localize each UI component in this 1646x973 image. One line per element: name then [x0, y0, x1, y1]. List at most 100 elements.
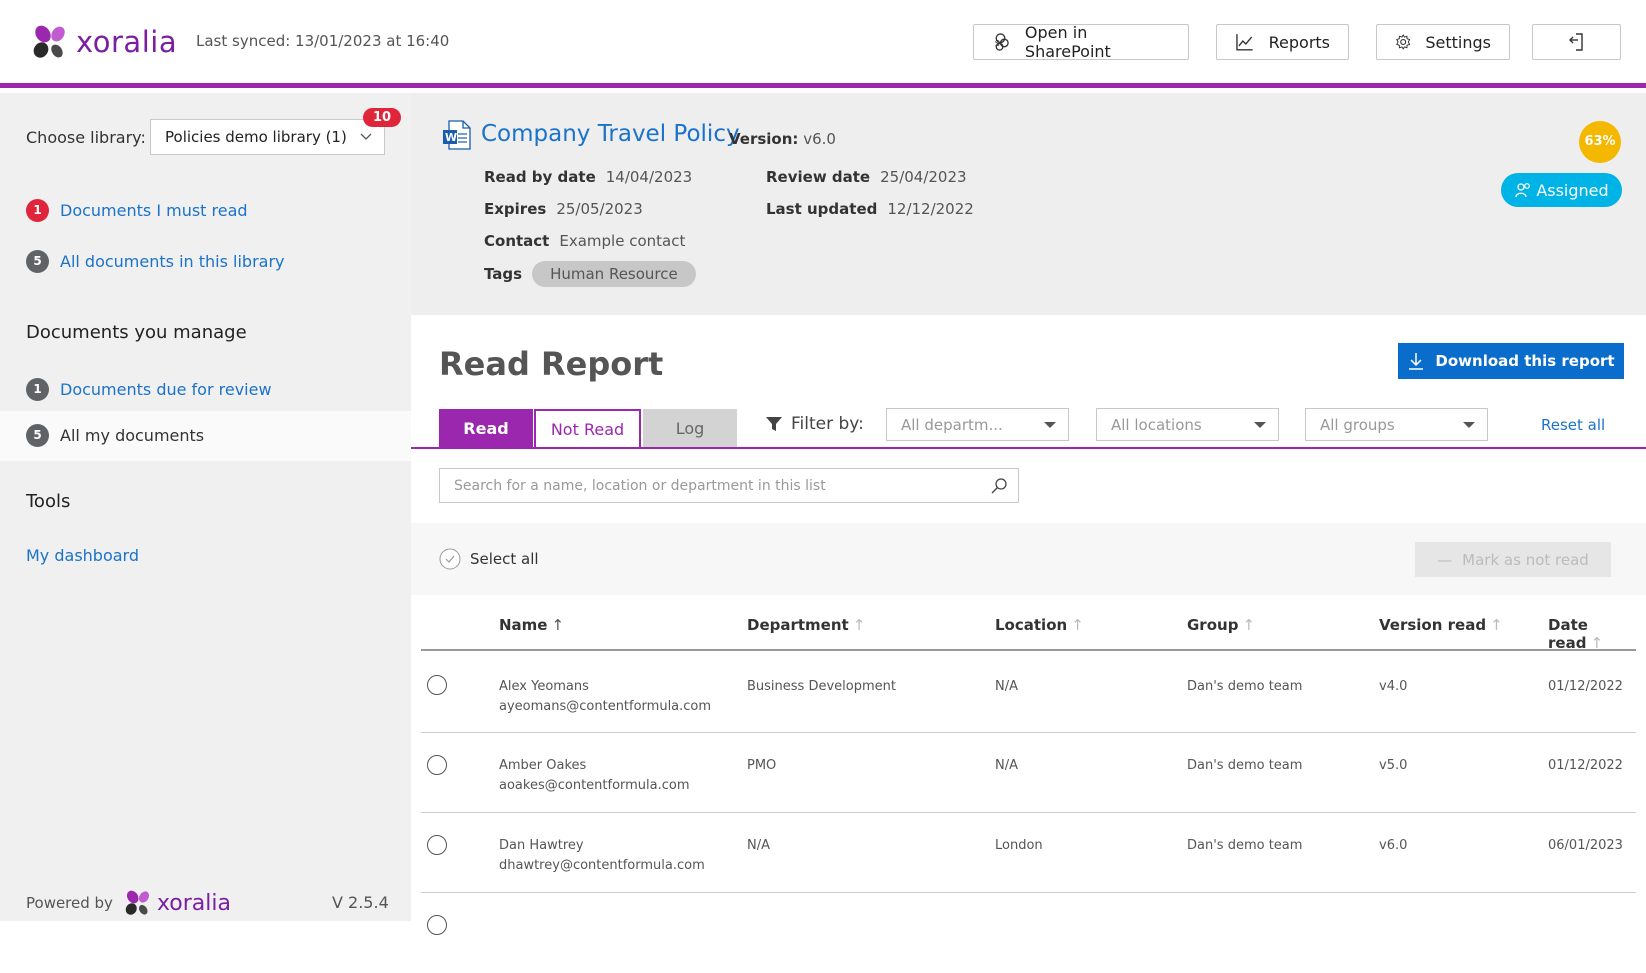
download-report-button[interactable]: Download this report — [1398, 343, 1624, 379]
library-select[interactable]: Policies demo library (1) — [150, 119, 385, 155]
row-name-cell: Dan Hawtrey dhawtrey@contentformula.com — [499, 838, 705, 873]
row-select-radio[interactable] — [427, 755, 447, 775]
count-badge: 1 — [26, 378, 49, 401]
sidebar-item-label: All documents in this library — [60, 252, 285, 271]
table-row[interactable]: Alex Yeomans ayeomans@contentformula.com… — [421, 653, 1636, 733]
sort-up-arrow-icon: ↑ — [852, 616, 866, 634]
tab-divider — [411, 447, 1646, 449]
sidebar-item-due-for-review[interactable]: 1 Documents due for review — [26, 378, 272, 401]
review-value: 25/04/2023 — [880, 168, 967, 186]
search-placeholder: Search for a name, location or departmen… — [454, 478, 826, 494]
read-by-value: 14/04/2023 — [605, 168, 693, 186]
search-icon — [991, 478, 1007, 494]
report-title: Read Report — [439, 345, 664, 383]
table-row[interactable] — [421, 893, 1636, 973]
updated-value: 12/12/2022 — [887, 200, 974, 218]
xoralia-logo[interactable]: xoralia — [30, 22, 177, 62]
row-name: Dan Hawtrey — [499, 838, 584, 853]
tag-chip[interactable]: Human Resource — [532, 261, 696, 287]
sidebar-item-all-my-documents[interactable]: 5 All my documents — [26, 424, 204, 447]
sidebar-item-my-dashboard[interactable]: My dashboard — [26, 546, 139, 565]
check-circle-icon — [439, 548, 461, 570]
download-icon — [1409, 353, 1424, 370]
sidebar-item-label: All my documents — [60, 426, 205, 445]
sidebar: Choose library: Policies demo library (1… — [0, 93, 411, 921]
column-label: Location — [995, 616, 1068, 634]
open-in-sharepoint-button[interactable]: S Open in SharePoint — [973, 23, 1189, 61]
sidebar-item-label: My dashboard — [26, 546, 139, 565]
expires-value: 25/05/2023 — [556, 200, 643, 218]
row-group: Dan's demo team — [1187, 838, 1303, 853]
sort-up-arrow-icon: ↑ — [551, 616, 565, 634]
chevron-down-icon — [360, 133, 372, 140]
table-row[interactable]: Amber Oakes aoakes@contentformula.com PM… — [421, 733, 1636, 813]
count-badge: 1 — [26, 199, 49, 222]
row-select-radio[interactable] — [427, 915, 447, 935]
reports-button[interactable]: Reports — [1216, 24, 1349, 60]
sidebar-item-all-documents[interactable]: 5 All documents in this library — [26, 250, 285, 273]
row-select-radio[interactable] — [427, 675, 447, 695]
reset-all-link[interactable]: Reset all — [1541, 416, 1605, 434]
row-name: Amber Oakes — [499, 758, 587, 773]
column-header-name[interactable]: Name ↑ — [499, 616, 564, 634]
powered-by-label: Powered by — [26, 894, 113, 912]
document-title-link[interactable]: Company Travel Policy — [481, 121, 740, 147]
mark-as-not-read-button[interactable]: — Mark as not read — [1415, 542, 1611, 577]
count-badge: 5 — [26, 424, 49, 447]
tab-read[interactable]: Read — [439, 409, 533, 447]
table-row[interactable]: Dan Hawtrey dhawtrey@contentformula.com … — [421, 813, 1636, 893]
version-label: Version: — [729, 130, 799, 148]
column-label: Version read — [1379, 616, 1487, 634]
select-all-checkbox[interactable]: Select all — [439, 548, 539, 570]
reports-button-label: Reports — [1268, 32, 1330, 52]
contact: Contact Example contact — [484, 232, 685, 250]
last-updated: Last updated 12/12/2022 — [766, 200, 974, 218]
updated-label: Last updated — [766, 200, 878, 218]
column-header-department[interactable]: Department ↑ — [747, 616, 865, 634]
location-filter-value: All locations — [1111, 416, 1202, 434]
top-bar: xoralia Last synced: 13/01/2023 at 16:40… — [0, 0, 1646, 88]
select-all-label: Select all — [470, 550, 539, 568]
tab-not-read[interactable]: Not Read — [534, 409, 641, 447]
row-location: N/A — [995, 758, 1018, 773]
column-label: Date read — [1548, 616, 1588, 652]
assigned-status-button[interactable]: Assigned — [1501, 173, 1622, 207]
powered-brand: xoralia — [156, 890, 231, 916]
settings-button[interactable]: Settings — [1376, 24, 1510, 60]
gear-icon — [1396, 34, 1411, 50]
search-input[interactable]: Search for a name, location or departmen… — [439, 468, 1019, 503]
caret-down-icon — [1044, 422, 1056, 428]
column-label: Name — [499, 616, 548, 634]
row-select-radio[interactable] — [427, 835, 447, 855]
column-header-location[interactable]: Location ↑ — [995, 616, 1084, 634]
sign-out-icon — [1568, 33, 1583, 51]
row-date: 01/12/2022 — [1548, 758, 1623, 773]
group-filter[interactable]: All groups — [1305, 408, 1488, 441]
column-header-date[interactable]: Date read ↑ — [1548, 616, 1636, 652]
row-email: ayeomans@contentformula.com — [499, 699, 712, 714]
xoralia-logo-icon — [33, 25, 65, 58]
contact-label: Contact — [484, 232, 550, 250]
caret-down-icon — [1254, 422, 1266, 428]
sidebar-item-label: Documents due for review — [60, 380, 272, 399]
svg-text:W: W — [445, 131, 457, 144]
department-filter[interactable]: All departm... — [886, 408, 1069, 441]
location-filter[interactable]: All locations — [1096, 408, 1279, 441]
document-header: W Company Travel Policy Version: v6.0 Re… — [411, 93, 1646, 315]
sidebar-item-documents-must-read[interactable]: 1 Documents I must read — [26, 199, 248, 222]
tab-log[interactable]: Log — [643, 409, 737, 447]
column-header-group[interactable]: Group ↑ — [1187, 616, 1255, 634]
expires-label: Expires — [484, 200, 547, 218]
column-header-version[interactable]: Version read ↑ — [1379, 616, 1503, 634]
row-location: London — [995, 838, 1043, 853]
library-count-badge: 10 — [363, 108, 402, 127]
department-filter-value: All departm... — [901, 416, 1003, 434]
sharepoint-button-label: Open in SharePoint — [1024, 23, 1111, 61]
read-by-date: Read by date 14/04/2023 — [484, 168, 692, 186]
sidebar-item-label: Documents I must read — [60, 201, 248, 220]
settings-button-label: Settings — [1425, 32, 1491, 52]
sign-out-button[interactable] — [1532, 24, 1621, 60]
sort-up-arrow-icon: ↑ — [1071, 616, 1084, 634]
users-icon — [1515, 183, 1531, 198]
row-version: v5.0 — [1379, 758, 1408, 773]
